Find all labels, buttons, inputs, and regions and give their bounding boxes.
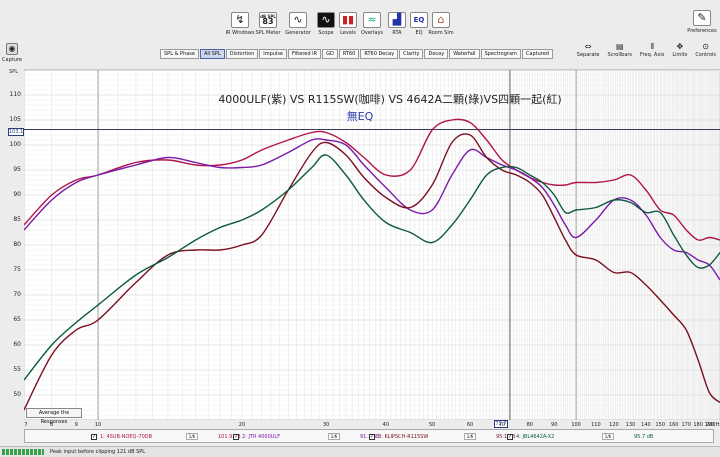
x-tick-label: 30 [322, 422, 330, 428]
tab-spl-phase[interactable]: SPL & Phase [160, 49, 199, 59]
smoothing-badge[interactable]: 1/6 [328, 433, 340, 440]
legend-item-1[interactable]: ✓ 1: 4SUB-NOEQ-70DB 1/6 101.9 dB [91, 432, 242, 441]
status-bar: Peak input before clipping 121 dB SPL [0, 446, 720, 457]
freq-axis-button[interactable]: ⫴ Freq. Axis [640, 42, 664, 58]
x-tick-label: 180 [693, 422, 703, 428]
legend-item-2[interactable]: ✓ 2: JTR 4000ULF 1/6 91.1 dB [233, 432, 384, 441]
measurement-legend: ✓ 1: 4SUB-NOEQ-70DB 1/6 101.9 dB ✓ 2: JT… [24, 429, 714, 443]
levels-icon: ▮▮ [339, 12, 357, 28]
capture-button[interactable]: ◉ Capture [2, 43, 22, 63]
y-axis-label: SPL [9, 69, 18, 75]
tab-gd[interactable]: GD [322, 49, 338, 59]
freq-axis-icon: ⫴ [650, 42, 654, 51]
checkbox-icon[interactable]: ✓ [369, 433, 375, 440]
y-tick-label: 55 [13, 366, 21, 373]
x-tick-label: 20 [238, 422, 246, 428]
preferences-tool[interactable]: ✎ Preferences [684, 10, 720, 38]
x-tick-label: 130 [625, 422, 636, 428]
x-tick-label: 120 [609, 422, 619, 428]
legend-item-4[interactable]: ✓ 4: JBL4642A-X2 1/6 95.7 dB [507, 432, 658, 441]
top-toolbar: ↯ IR Windows dB SPL 83 SPL Meter ∿ Generato… [0, 0, 720, 70]
checkbox-icon[interactable]: ✓ [233, 433, 239, 440]
generator-icon: ∿ [289, 12, 307, 28]
legend-item-3[interactable]: ✓ 3: KLIPSCH-R115SW 1/6 95.1 dB [369, 432, 520, 441]
tab-filtered-ir[interactable]: Filtered IR [288, 49, 322, 59]
x-tick-label: 10 [94, 422, 102, 428]
smoothing-badge[interactable]: 1/6 [602, 433, 614, 440]
smoothing-badge[interactable]: 1/6 [464, 433, 476, 440]
chart-title: 4000ULF(紫) VS R115SW(咖啡) VS 4642A二顆(綠)VS… [218, 93, 562, 106]
y-tick-label: 100 [9, 141, 21, 148]
x-tick-label: 8 [50, 422, 54, 428]
legend-name: 4: JBL4642A-X2 [516, 433, 555, 440]
y-tick-label: 85 [13, 216, 21, 223]
x-tick-label: 9 [74, 422, 78, 428]
overlays-icon: ≈ [363, 12, 381, 28]
y-tick-label: 90 [13, 191, 21, 198]
tab-all-spl[interactable]: All SPL [199, 49, 225, 59]
x-tick-label: 100 [571, 422, 581, 428]
tab-captured[interactable]: Captured [521, 49, 553, 59]
x-tick-label: 150 [655, 422, 666, 428]
tab-waterfall[interactable]: Waterfall [449, 49, 480, 59]
tab-spectrogram[interactable]: Spectrogram [480, 49, 521, 59]
x-tick-label: 160 [668, 422, 679, 428]
y-tick-label: 60 [13, 341, 21, 348]
status-text: Peak input before clipping 121 dB SPL [50, 449, 146, 455]
x-tick-label: 140 [641, 422, 651, 428]
tab-distortion[interactable]: Distortion [225, 49, 259, 59]
cursor-y-readout: 103.1 [8, 128, 24, 136]
tab-rt60[interactable]: RT60 [338, 49, 360, 59]
scrollbars-icon: ▤ [615, 42, 624, 51]
scrollbars-button[interactable]: ▤ Scrollbars [607, 42, 632, 58]
spl-meter-tool[interactable]: dB SPL 83 SPL Meter [252, 12, 284, 40]
graph-tabs: SPL & Phase All SPL Distortion Impulse F… [160, 49, 553, 59]
camera-icon: ◉ [6, 43, 18, 55]
input-level-meter [2, 449, 44, 455]
wrench-icon: ✎ [693, 10, 711, 26]
room-sim-tool[interactable]: ⌂ Room Sim [425, 12, 457, 40]
x-tick-label: 170 [681, 422, 692, 428]
x-tick-label: 60 [466, 422, 474, 428]
rew-window: ↯ IR Windows dB SPL 83 SPL Meter ∿ Generato… [0, 0, 720, 457]
tab-rt60-decay[interactable]: RT60 Decay [360, 49, 399, 59]
legend-value: 95.7 dB [634, 433, 654, 440]
average-responses-button[interactable]: Average the Responses [26, 408, 82, 425]
x-tick-label: 90 [551, 422, 558, 428]
tab-impulse[interactable]: Impulse [259, 49, 288, 59]
tab-decay[interactable]: Decay [424, 49, 449, 59]
controls-button[interactable]: ⊙ Controls [695, 42, 716, 58]
spl-meter-value: 83 [262, 17, 274, 26]
limits-button[interactable]: ✥ Limits [672, 42, 687, 58]
x-tick-label: 80 [526, 422, 533, 428]
legend-name: 2: JTR 4000ULF [242, 433, 281, 440]
ir-windows-icon: ↯ [231, 12, 249, 28]
legend-name: 1: 4SUB-NOEQ-70DB [100, 433, 153, 440]
controls-icon: ⊙ [702, 42, 709, 51]
x-tick-label: 50 [429, 422, 436, 428]
x-tick-label: 110 [591, 422, 601, 428]
smoothing-badge[interactable]: 1/6 [186, 433, 198, 440]
checkbox-icon[interactable]: ✓ [507, 433, 513, 440]
y-tick-label: 95 [13, 166, 21, 173]
y-tick-label: 70 [13, 291, 21, 298]
legend-name: 3: KLIPSCH-R115SW [378, 433, 429, 440]
y-tick-label: 75 [13, 266, 21, 273]
x-tick-label: 40 [382, 422, 390, 428]
y-tick-label: 50 [13, 391, 21, 398]
checkbox-icon[interactable]: ✓ [91, 433, 97, 440]
x-tick-label: 7 [24, 422, 28, 428]
separate-icon: ⇔ [584, 42, 592, 51]
limits-icon: ✥ [676, 42, 684, 51]
tab-clarity[interactable]: Clarity [399, 49, 424, 59]
graph-controls: ⇔ Separate ▤ Scrollbars ⫴ Freq. Axis ✥ Limit… [577, 42, 716, 58]
room-sim-icon: ⌂ [432, 12, 450, 28]
separate-button[interactable]: ⇔ Separate [577, 42, 600, 58]
x-tick-label: 200Hz [706, 422, 720, 428]
y-tick-label: 80 [13, 241, 21, 248]
x-tick-label: 70 [498, 422, 506, 428]
spl-meter-icon: dB SPL 83 [259, 12, 277, 28]
chart-subtitle: 無EQ [346, 110, 374, 123]
y-tick-label: 65 [13, 316, 21, 323]
